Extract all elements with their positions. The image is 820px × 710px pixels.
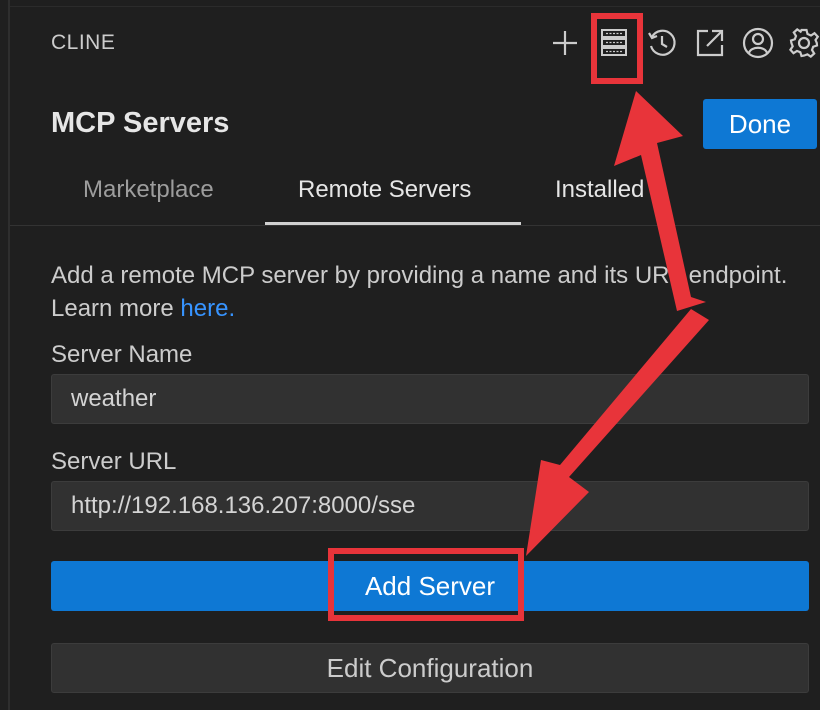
add-server-button[interactable]: Add Server bbox=[51, 561, 809, 611]
server-name-input[interactable] bbox=[51, 374, 809, 424]
learn-more-link[interactable]: here. bbox=[180, 295, 235, 322]
app-title: CLINE bbox=[51, 31, 116, 54]
history-icon[interactable] bbox=[644, 25, 680, 61]
panel-top-border bbox=[10, 0, 820, 7]
popout-icon[interactable] bbox=[692, 25, 728, 61]
tab-installed[interactable]: Installed bbox=[555, 176, 644, 204]
cline-panel: CLINE MCP Servers Done Marketplace Remot… bbox=[0, 0, 820, 710]
tab-divider bbox=[10, 225, 820, 226]
edit-configuration-button[interactable]: Edit Configuration bbox=[51, 643, 809, 693]
gear-icon[interactable] bbox=[788, 25, 820, 61]
account-icon[interactable] bbox=[740, 25, 776, 61]
server-icon[interactable] bbox=[596, 25, 632, 61]
server-url-input[interactable] bbox=[51, 481, 809, 531]
server-url-label: Server URL bbox=[51, 448, 177, 475]
remote-description: Add a remote MCP server by providing a n… bbox=[51, 259, 791, 325]
tab-marketplace[interactable]: Marketplace bbox=[83, 176, 214, 204]
plus-icon[interactable] bbox=[547, 25, 583, 61]
description-text: Add a remote MCP server by providing a n… bbox=[51, 262, 788, 322]
server-name-label: Server Name bbox=[51, 341, 193, 368]
done-button[interactable]: Done bbox=[703, 99, 817, 149]
tab-remote-servers[interactable]: Remote Servers bbox=[298, 176, 471, 204]
panel-left-border bbox=[8, 0, 10, 710]
page-title: MCP Servers bbox=[51, 107, 230, 139]
